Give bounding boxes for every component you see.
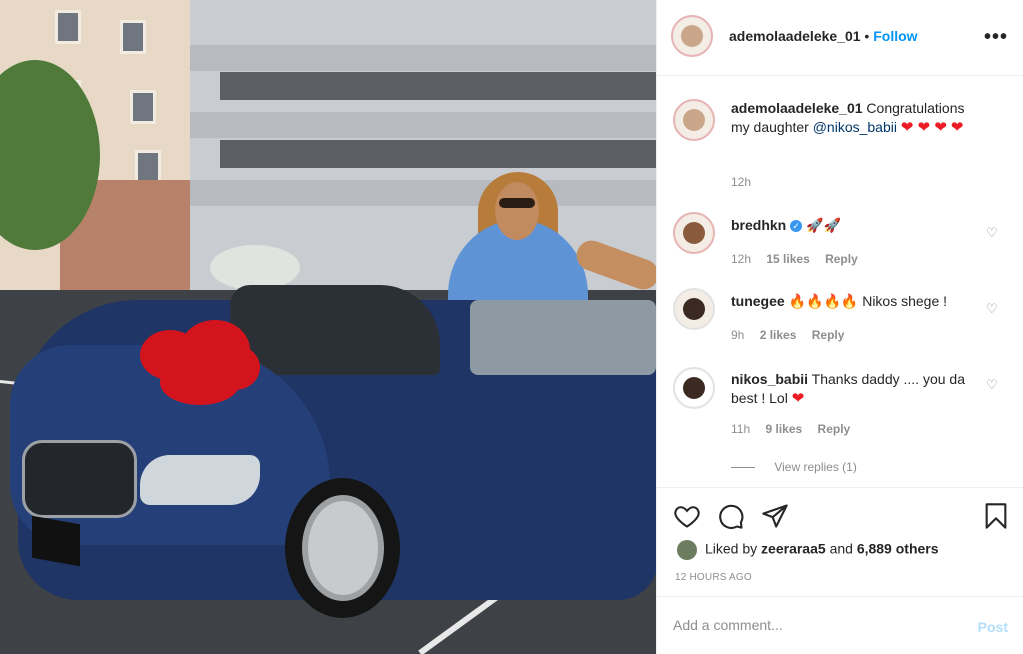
post-timestamp[interactable]: 12 HOURS AGO <box>675 572 752 583</box>
author-avatar[interactable] <box>671 15 713 57</box>
comment-item: bredhkn ✓ 🚀🚀 12h 15 likes Reply ♡ <box>673 212 1008 272</box>
liked-by-mid: and <box>829 540 853 557</box>
photo-bush <box>210 245 300 290</box>
verified-badge-icon: ✓ <box>790 220 803 233</box>
photo-car-grille <box>22 440 137 518</box>
comment-bubble-icon[interactable] <box>717 502 745 530</box>
comment-text: nikos_babii Thanks daddy .... you da bes… <box>731 370 981 408</box>
photo-sunglasses <box>499 198 535 208</box>
caption-time[interactable]: 12h <box>731 175 751 189</box>
likes-count[interactable]: 6,889 others <box>857 541 939 557</box>
photo-garage-band <box>190 45 656 71</box>
caption-avatar-image <box>682 108 706 132</box>
comment-body: Nikos shege ! <box>862 293 948 309</box>
photo-woman-face <box>495 182 539 240</box>
photo-car-door-window <box>470 300 656 375</box>
comment-likes[interactable]: 9 likes <box>765 422 802 436</box>
caption: ademolaadeleke_01 Congratulations my dau… <box>673 99 1008 199</box>
comment-time[interactable]: 12h <box>731 252 751 266</box>
comment-text: bredhkn ✓ 🚀🚀 <box>731 216 981 235</box>
share-send-icon[interactable] <box>761 502 789 530</box>
caption-avatar[interactable] <box>673 99 715 141</box>
view-replies-label: View replies (1) <box>774 460 857 474</box>
photo-car-headlight <box>140 455 260 505</box>
replies-divider <box>731 467 755 469</box>
comment-reply-button[interactable]: Reply <box>825 252 858 266</box>
add-comment-bar: Post <box>657 596 1023 654</box>
photo-window <box>55 10 81 44</box>
photo-red-bow <box>210 345 260 390</box>
comment-item: tunegee 🔥🔥🔥🔥 Nikos shege ! 9h 2 likes Re… <box>673 288 1008 348</box>
like-heart-icon[interactable] <box>673 502 701 530</box>
comment-body: 🚀🚀 <box>806 217 841 233</box>
instagram-post: ademolaadeleke_01 • Follow ••• ademolaad… <box>0 0 1023 654</box>
comment-avatar[interactable] <box>673 367 715 409</box>
post-actions: Liked by zeeraraa5 and 6,889 others 12 H… <box>657 487 1023 595</box>
comment-avatar[interactable] <box>673 212 715 254</box>
comment-time[interactable]: 11h <box>731 422 750 436</box>
comment-likes[interactable]: 2 likes <box>760 328 797 342</box>
photo-window <box>130 90 156 124</box>
comment-like-heart-icon[interactable]: ♡ <box>986 377 1000 392</box>
photo-garage-slab <box>220 72 656 100</box>
photo-car-plate <box>32 515 80 567</box>
comment-item: nikos_babii Thanks daddy .... you da bes… <box>673 367 1008 447</box>
comment-reply-button[interactable]: Reply <box>812 328 845 342</box>
photo-window <box>135 150 161 184</box>
comment-reply-button[interactable]: Reply <box>818 422 851 436</box>
caption-meta: 12h <box>731 175 763 189</box>
comment-avatar-image <box>682 297 706 321</box>
comment-meta: 12h 15 likes Reply <box>731 252 870 266</box>
photo-car-rim <box>302 495 384 601</box>
save-bookmark-icon[interactable] <box>982 502 1010 530</box>
heart-emoji: ❤ <box>791 390 805 407</box>
comment-text: tunegee 🔥🔥🔥🔥 Nikos shege ! <box>731 292 981 311</box>
comment-avatar-image <box>682 376 706 400</box>
post-header: ademolaadeleke_01 • Follow ••• <box>657 0 1023 76</box>
photo-garage-band <box>190 112 656 138</box>
comment-likes[interactable]: 15 likes <box>766 252 809 266</box>
comment-like-heart-icon[interactable]: ♡ <box>986 225 1000 240</box>
photo-garage-band <box>190 180 656 206</box>
heart-emoji: ❤ <box>950 119 964 136</box>
liked-by-prefix: Liked by <box>705 540 758 557</box>
author-username[interactable]: ademolaadeleke_01 <box>729 28 861 44</box>
comment-username[interactable]: tunegee <box>731 293 785 309</box>
liked-by-line: Liked by zeeraraa5 and 6,889 others <box>677 540 939 560</box>
comment-username[interactable]: nikos_babii <box>731 371 808 387</box>
caption-mention[interactable]: @nikos_babii <box>813 119 897 135</box>
comment-meta: 11h 9 likes Reply <box>731 422 862 436</box>
photo-car-windshield <box>230 285 440 375</box>
caption-text: ademolaadeleke_01 Congratulations my dau… <box>731 99 981 137</box>
header-user-line: ademolaadeleke_01 • Follow <box>729 28 918 44</box>
comment-like-heart-icon[interactable]: ♡ <box>986 301 1000 316</box>
comments-list: ademolaadeleke_01 Congratulations my dau… <box>657 77 1023 487</box>
heart-emoji: ❤ ❤ ❤ <box>900 119 947 136</box>
author-avatar-image <box>680 24 704 48</box>
post-comment-button[interactable]: Post <box>978 619 1008 635</box>
comment-avatar-image <box>682 221 706 245</box>
comment-time[interactable]: 9h <box>731 328 744 342</box>
photo-window <box>120 20 146 54</box>
comment-avatar[interactable] <box>673 288 715 330</box>
photo-garage-slab <box>220 140 656 168</box>
post-photo[interactable] <box>0 0 656 654</box>
comment-meta: 9h 2 likes Reply <box>731 328 856 342</box>
liker-username[interactable]: zeeraraa5 <box>761 541 826 557</box>
caption-username[interactable]: ademolaadeleke_01 <box>731 100 863 116</box>
follow-button[interactable]: Follow <box>873 28 917 44</box>
more-options-icon[interactable]: ••• <box>984 26 1008 49</box>
follow-separator: • <box>864 28 870 44</box>
view-replies-button[interactable]: View replies (1) <box>731 460 857 474</box>
add-comment-input[interactable] <box>673 613 963 637</box>
liker-avatar[interactable] <box>677 540 697 560</box>
post-side-panel: ademolaadeleke_01 • Follow ••• ademolaad… <box>656 0 1023 654</box>
comment-username[interactable]: bredhkn <box>731 217 786 233</box>
fire-emoji: 🔥🔥🔥🔥 <box>788 293 859 309</box>
